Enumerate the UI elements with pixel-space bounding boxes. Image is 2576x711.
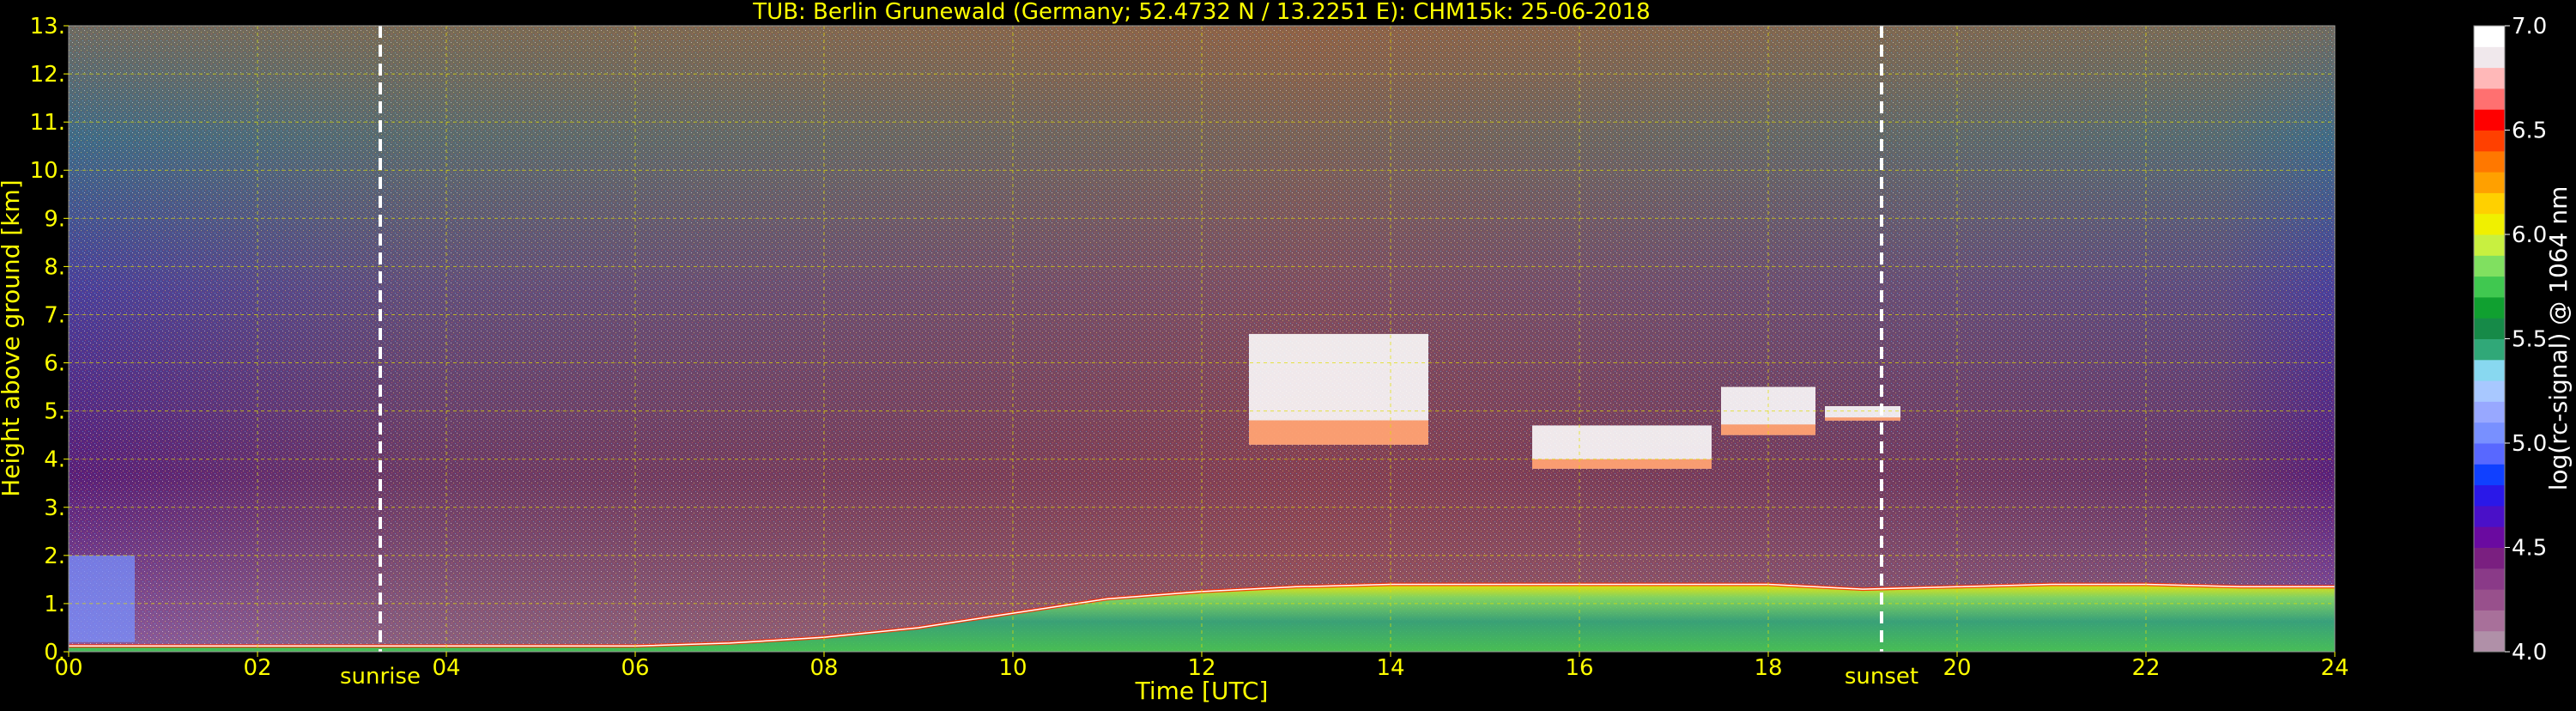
y-tick-label: 5. — [44, 399, 65, 425]
colorbar-step — [2474, 630, 2505, 653]
lidar-heatmap-chart: sunrise sunset 00 02 04 06 08 10 12 14 16 18 20 22 24… — [0, 0, 2573, 705]
annotation-sunset-label: sunset — [1845, 664, 1918, 690]
x-tick-label: 22 — [2131, 655, 2160, 681]
colorbar-label: log(rc-signal) @ 1064 nm — [2544, 186, 2573, 491]
y-tick-label: 1. — [44, 592, 65, 617]
cloud-base — [1825, 417, 1900, 421]
x-tick-label: 10 — [998, 655, 1027, 681]
colorbar-step — [2474, 26, 2505, 47]
y-tick-label: 12. — [30, 62, 65, 88]
y-tick-label: 3. — [44, 495, 65, 521]
colorbar-step — [2474, 130, 2505, 152]
y-tick-label: 2. — [44, 544, 65, 569]
colorbar-step — [2474, 505, 2505, 527]
colorbar-step — [2474, 234, 2505, 256]
colorbar-tick-label: 5.0 — [2512, 431, 2547, 457]
x-tick-label: 16 — [1565, 655, 1593, 681]
x-tick-label: 04 — [432, 655, 460, 681]
colorbar-step — [2474, 547, 2505, 569]
annotation-sunrise-label: sunrise — [340, 664, 421, 690]
colorbar-step — [2474, 109, 2505, 131]
colorbar-step — [2474, 172, 2505, 193]
colorbar-step — [2474, 192, 2505, 215]
colorbar-step — [2474, 276, 2505, 298]
colorbar-step — [2474, 568, 2505, 590]
y-tick-label: 0. — [44, 640, 65, 665]
chart-stage: sunrise sunset 00 02 04 06 08 10 12 14 16 18 20 22 24… — [0, 0, 2576, 708]
colorbar-tick-label: 4.0 — [2512, 640, 2547, 665]
y-axis-label: Height above ground [km] — [0, 179, 25, 497]
y-tick-label: 6. — [44, 351, 65, 377]
colorbar-step — [2474, 380, 2505, 402]
colorbar-step — [2474, 422, 2505, 444]
colorbar-step — [2474, 318, 2505, 339]
colorbar-step — [2474, 296, 2505, 319]
colorbar: 4.0 4.5 5.0 5.5 6.0 6.5 7.0 log(rc-signal) @ 1… — [2473, 14, 2573, 665]
colorbar-step — [2474, 484, 2505, 507]
colorbar-tick-label: 6.5 — [2512, 118, 2547, 144]
y-axis-ticks: 0. 1. 2. 3. 4. 5. 6. 7. 8. 9. 10. 11. 12. 13. — [30, 14, 69, 665]
colorbar-step — [2474, 213, 2505, 235]
x-tick-label: 06 — [621, 655, 649, 681]
colorbar-tick-label: 6.0 — [2512, 222, 2547, 248]
colorbar-step — [2474, 359, 2505, 381]
x-tick-label: 14 — [1376, 655, 1404, 681]
x-tick-label: 20 — [1943, 655, 1971, 681]
colorbar-step — [2474, 464, 2505, 486]
colorbar-step — [2474, 46, 2505, 69]
y-tick-label: 9. — [44, 206, 65, 232]
y-tick-label: 7. — [44, 302, 65, 328]
cloud-base — [1249, 420, 1428, 445]
cloud-base — [1532, 459, 1712, 469]
residual-layer — [69, 555, 135, 642]
x-tick-label: 02 — [243, 655, 271, 681]
colorbar-step — [2474, 255, 2505, 277]
y-tick-label: 4. — [44, 447, 65, 473]
colorbar-step — [2474, 610, 2505, 632]
colorbar-tick-label: 5.5 — [2512, 327, 2547, 353]
colorbar-steps — [2474, 26, 2505, 653]
colorbar-step — [2474, 338, 2505, 361]
chart-title: TUB: Berlin Grunewald (Germany; 52.4732 … — [752, 0, 1650, 25]
y-tick-label: 11. — [30, 110, 65, 136]
colorbar-step — [2474, 589, 2505, 611]
colorbar-step — [2474, 443, 2505, 465]
colorbar-tick-label: 7.0 — [2512, 14, 2547, 40]
y-tick-label: 10. — [30, 158, 65, 184]
colorbar-step — [2474, 67, 2505, 89]
colorbar-ticks: 4.0 4.5 5.0 5.5 6.0 6.5 7.0 — [2505, 14, 2547, 665]
colorbar-step — [2474, 150, 2505, 173]
x-tick-label: 18 — [1754, 655, 1782, 681]
colorbar-step — [2474, 526, 2505, 548]
colorbar-tick-label: 4.5 — [2512, 536, 2547, 562]
x-tick-label: 08 — [809, 655, 838, 681]
x-axis-label: Time [UTC] — [1135, 677, 1269, 705]
y-tick-label: 8. — [44, 254, 65, 280]
x-tick-label: 24 — [2320, 655, 2349, 681]
colorbar-step — [2474, 88, 2505, 110]
colorbar-step — [2474, 401, 2505, 423]
y-tick-label: 13. — [30, 14, 65, 40]
